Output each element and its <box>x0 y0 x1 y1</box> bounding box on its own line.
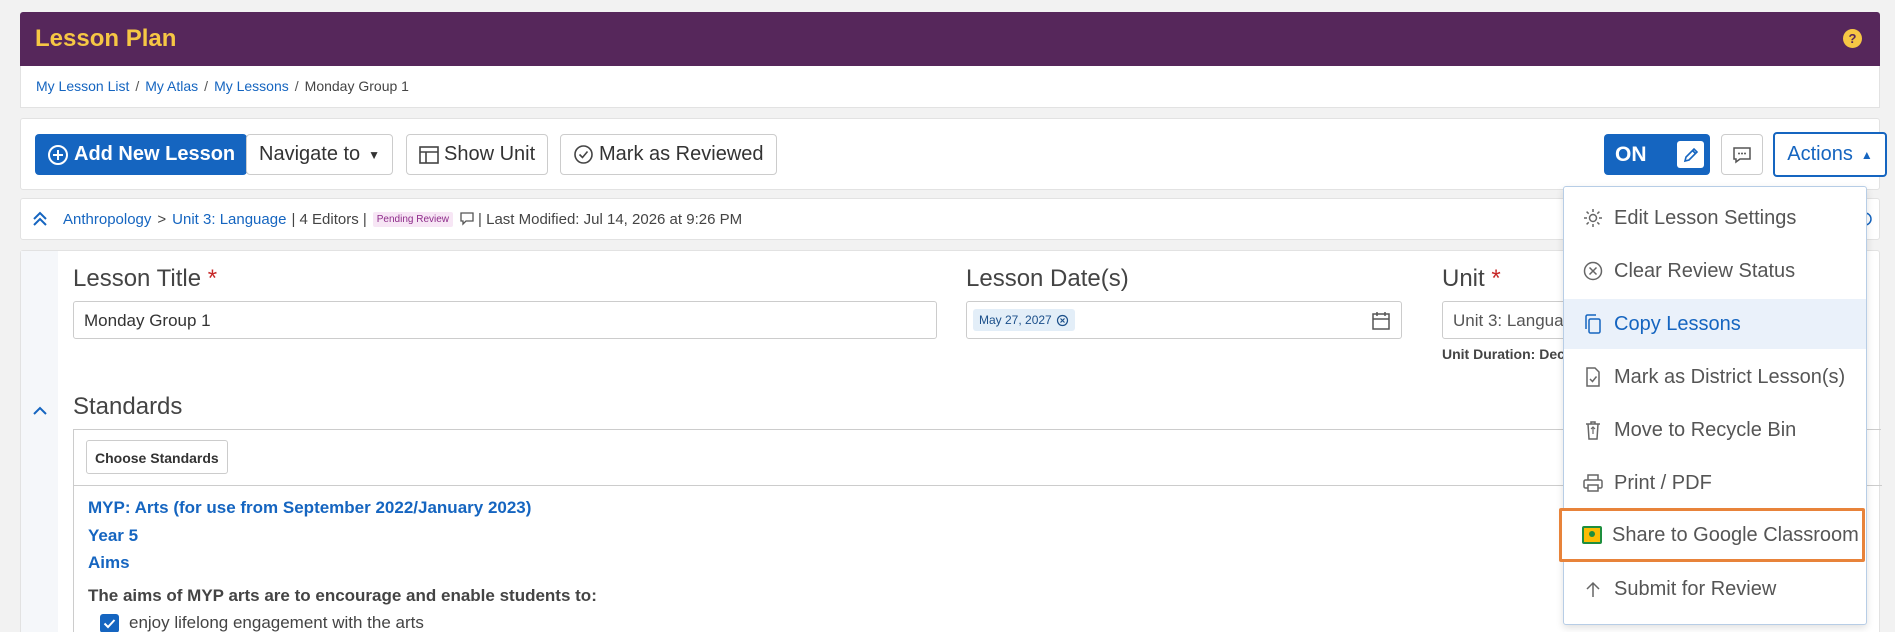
menu-item-label: Edit Lesson Settings <box>1614 206 1797 229</box>
required-asterisk: * <box>1491 265 1501 292</box>
breadcrumb-current: Monday Group 1 <box>304 78 409 94</box>
unit-link[interactable]: Unit 3: Language <box>172 211 286 228</box>
lesson-dates-label: Lesson Date(s) <box>966 265 1129 292</box>
check-icon <box>103 618 116 628</box>
meta-chevron: > <box>157 210 167 228</box>
breadcrumb-link-my-lessons[interactable]: My Lessons <box>214 78 289 94</box>
menu-item-edit-lesson-settings[interactable]: Edit Lesson Settings <box>1564 193 1866 243</box>
gear-icon <box>1584 209 1602 227</box>
comment-icon <box>1733 146 1751 163</box>
add-new-lesson-label: Add New Lesson <box>74 143 236 165</box>
lesson-toolbar: Add New Lesson Navigate to ▼ Show Unit M… <box>20 118 1887 190</box>
actions-label: Actions <box>1787 143 1853 165</box>
caret-up-icon: ▲ <box>1860 147 1873 162</box>
menu-item-share-to-google-classroom[interactable]: Share to Google Classroom <box>1559 508 1865 562</box>
navigate-to-label: Navigate to <box>259 143 361 165</box>
recycle-bin-icon <box>1586 421 1600 440</box>
pencil-icon <box>1677 141 1704 168</box>
mark-as-reviewed-label: Mark as Reviewed <box>599 143 764 165</box>
remove-date-icon[interactable] <box>1056 314 1069 327</box>
layout-icon <box>419 145 439 164</box>
menu-item-mark-as-district-lessons[interactable]: Mark as District Lesson(s) <box>1564 352 1866 402</box>
unit-label: Unit * <box>1442 265 1501 293</box>
standards-label: Standards <box>73 393 183 420</box>
lesson-title-label-text: Lesson Title <box>73 265 202 292</box>
menu-item-label: Print / PDF <box>1614 471 1712 494</box>
breadcrumb-separator: / <box>135 78 140 94</box>
show-unit-button[interactable]: Show Unit <box>406 134 549 175</box>
help-icon[interactable]: ? <box>1843 29 1862 48</box>
required-asterisk: * <box>207 265 218 292</box>
menu-item-label: Copy Lessons <box>1614 312 1741 335</box>
plus-circle-icon <box>48 144 68 165</box>
last-modified: | Last Modified: Jul 14, 2026 at 9:26 PM <box>478 210 743 228</box>
breadcrumb-separator: / <box>294 78 299 94</box>
double-chevron-up-icon[interactable] <box>31 210 49 228</box>
caret-down-icon: ▼ <box>368 147 381 162</box>
date-chip-label: May 27, 2027 <box>979 313 1052 327</box>
unit-label-text: Unit <box>1442 265 1485 292</box>
standard-item[interactable]: enjoy lifelong engagement with the arts <box>100 613 424 632</box>
file-check-icon <box>1586 367 1600 387</box>
app-header: Lesson Plan ? <box>20 12 1880 66</box>
menu-item-print-pdf[interactable]: Print / PDF <box>1564 458 1866 508</box>
edit-mode-toggle-label: ON <box>1615 142 1647 166</box>
printer-icon <box>1583 474 1603 492</box>
show-unit-label: Show Unit <box>444 143 536 165</box>
chevron-up-icon[interactable] <box>31 403 49 422</box>
checkbox-checked[interactable] <box>100 613 119 632</box>
menu-item-label: Clear Review Status <box>1614 259 1796 282</box>
check-circle-icon <box>574 145 593 164</box>
actions-button[interactable]: Actions ▲ <box>1773 132 1887 177</box>
page-title: Lesson Plan <box>35 25 177 52</box>
navigate-to-button[interactable]: Navigate to ▼ <box>246 134 394 175</box>
breadcrumb-link-my-atlas[interactable]: My Atlas <box>145 78 198 94</box>
standard-year[interactable]: Year 5 <box>88 526 138 546</box>
editors-count: | 4 Editors | <box>291 210 367 228</box>
standard-section[interactable]: Aims <box>88 553 130 573</box>
lesson-title-input[interactable]: Monday Group 1 <box>73 301 937 339</box>
lesson-title-label: Lesson Title * <box>73 265 217 293</box>
menu-item-move-to-recycle-bin[interactable]: Move to Recycle Bin <box>1564 405 1866 455</box>
date-chip[interactable]: May 27, 2027 <box>973 309 1075 331</box>
lesson-date-input[interactable]: May 27, 2027 <box>966 301 1402 339</box>
breadcrumb-separator: / <box>204 78 209 94</box>
actions-menu: Edit Lesson Settings Clear Review Status… <box>1559 186 1867 625</box>
unit-duration: Unit Duration: Dec <box>1442 346 1565 362</box>
copy-icon <box>1585 314 1601 334</box>
breadcrumb-link-my-lesson-list[interactable]: My Lesson List <box>36 78 129 94</box>
mark-as-reviewed-button[interactable]: Mark as Reviewed <box>560 134 777 175</box>
calendar-icon[interactable] <box>1371 311 1391 331</box>
menu-item-label: Submit for Review <box>1614 577 1777 600</box>
edit-mode-toggle[interactable]: ON <box>1604 134 1710 175</box>
upload-icon <box>1586 581 1600 597</box>
status-badge: Pending Review <box>372 211 454 227</box>
standard-framework[interactable]: MYP: Arts (for use from September 2022/J… <box>88 498 531 518</box>
standard-item-label: enjoy lifelong engagement with the arts <box>129 613 424 632</box>
breadcrumb: My Lesson List / My Atlas / My Lessons / Monda… <box>20 66 1880 108</box>
menu-item-copy-lessons[interactable]: Copy Lessons <box>1564 299 1866 349</box>
choose-standards-button[interactable]: Choose Standards <box>86 440 228 474</box>
google-classroom-icon <box>1582 526 1602 544</box>
menu-item-label: Share to Google Classroom <box>1612 523 1859 546</box>
menu-item-label: Move to Recycle Bin <box>1614 418 1797 441</box>
comment-button[interactable] <box>1721 134 1763 175</box>
add-new-lesson-button[interactable]: Add New Lesson <box>35 134 248 175</box>
comment-icon[interactable] <box>459 211 475 227</box>
x-circle-icon <box>1583 261 1603 281</box>
menu-item-clear-review-status[interactable]: Clear Review Status <box>1564 246 1866 296</box>
menu-item-label: Mark as District Lesson(s) <box>1614 365 1846 388</box>
left-rail <box>21 251 58 632</box>
menu-item-submit-for-review[interactable]: Submit for Review <box>1564 564 1866 614</box>
course-link[interactable]: Anthropology <box>63 211 151 228</box>
standard-description: The aims of MYP arts are to encourage an… <box>88 586 597 605</box>
